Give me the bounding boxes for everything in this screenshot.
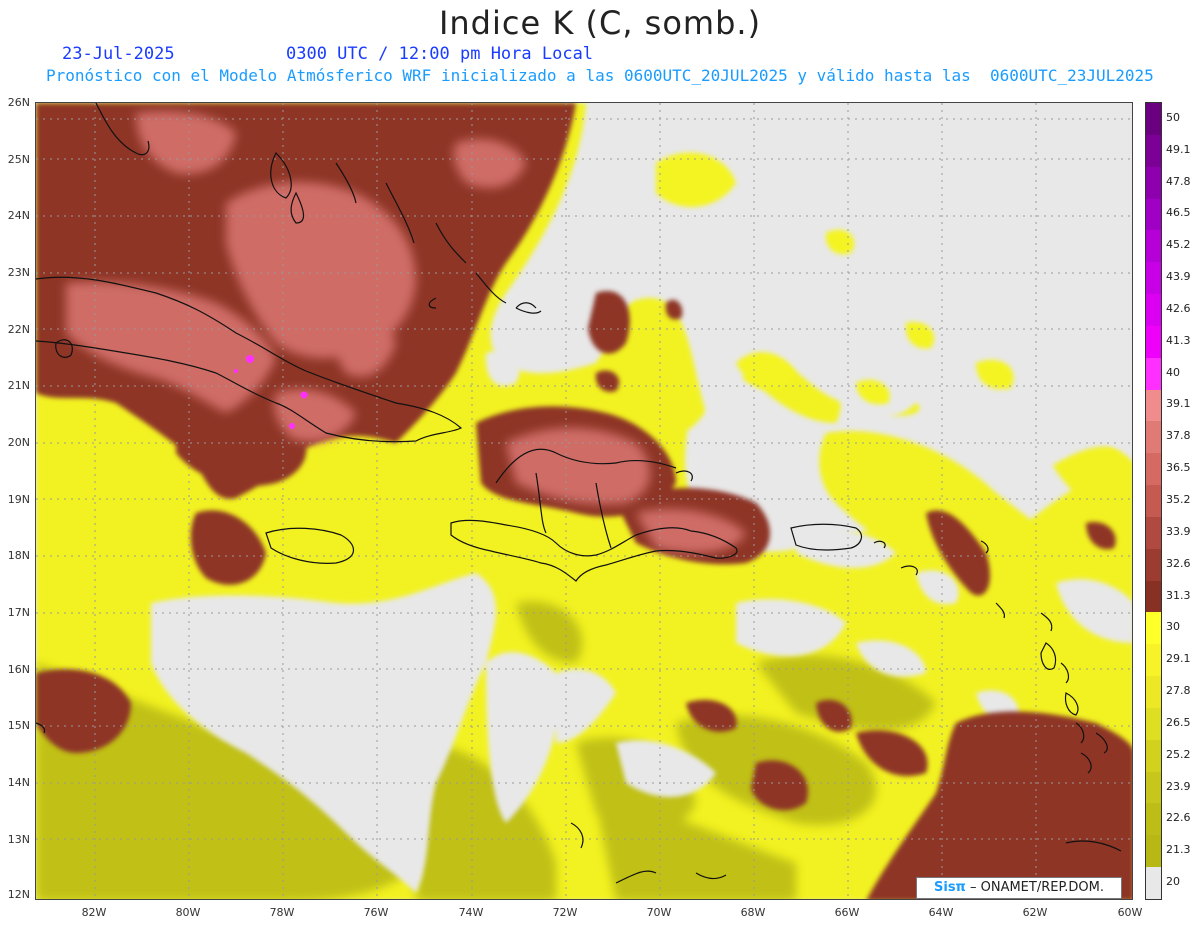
- credit-organization: – ONAMET/REP.DOM.: [965, 880, 1104, 895]
- legend-color-box: [1146, 325, 1161, 359]
- legend-color-box: [1146, 357, 1161, 391]
- lat-label-15n: 15N: [7, 719, 30, 732]
- lat-label-24n: 24N: [7, 209, 30, 222]
- lat-label-22n: 22N: [7, 323, 30, 336]
- legend-label: 29.1: [1166, 652, 1191, 666]
- lat-label-21n: 21N: [7, 379, 30, 392]
- legend-color-box: [1146, 198, 1161, 231]
- legend-label: 27.8: [1166, 684, 1191, 698]
- legend-color-box: [1146, 230, 1161, 263]
- valid-time: 0300 UTC / 12:00 pm Hora Local: [286, 44, 594, 64]
- lon-label-66w: 66W: [834, 906, 860, 919]
- legend-color-box: [1146, 294, 1161, 327]
- legend-color-box: [1146, 485, 1161, 518]
- lon-label-74w: 74W: [458, 906, 484, 919]
- lon-label-68w: 68W: [740, 906, 766, 919]
- legend-label: 45.2: [1166, 238, 1191, 252]
- legend-label: 36.5: [1166, 461, 1191, 475]
- legend-label: 49.1: [1166, 142, 1191, 156]
- legend-color-box: [1146, 166, 1161, 199]
- legend-label: 41.3: [1166, 333, 1191, 347]
- lat-label-25n: 25N: [7, 153, 30, 166]
- forecast-note: Pronóstico con el Modelo Atmósferico WRF…: [46, 66, 1154, 85]
- lat-label-20n: 20N: [7, 436, 30, 449]
- legend-color-box: [1146, 867, 1161, 900]
- legend-color-box: [1146, 644, 1161, 677]
- legend-color-box: [1146, 548, 1161, 582]
- lon-label-64w: 64W: [928, 906, 954, 919]
- legend-color-box: [1146, 516, 1161, 550]
- lat-label-26n: 26N: [7, 96, 30, 109]
- color-legend: [1145, 102, 1162, 900]
- credit-brand: Sisπ: [934, 880, 966, 895]
- legend-color-box: [1146, 707, 1161, 741]
- legend-label: 32.6: [1166, 556, 1191, 570]
- legend-label: 30: [1166, 620, 1180, 634]
- legend-label: 22.6: [1166, 811, 1191, 825]
- legend-label: 23.9: [1166, 779, 1191, 793]
- legend-label: 37.8: [1166, 429, 1191, 443]
- legend-label: 43.9: [1166, 270, 1191, 284]
- legend-color-box: [1146, 103, 1161, 136]
- legend-label: 31.3: [1166, 588, 1191, 602]
- lat-label-13n: 13N: [7, 833, 30, 846]
- legend-color-box: [1146, 739, 1161, 773]
- legend-color-box: [1146, 453, 1161, 486]
- legend-label: 39.1: [1166, 397, 1191, 411]
- legend-label: 26.5: [1166, 715, 1191, 729]
- lat-label-17n: 17N: [7, 606, 30, 619]
- lon-label-76w: 76W: [363, 906, 389, 919]
- lat-label-19n: 19N: [7, 493, 30, 506]
- legend-color-box: [1146, 262, 1161, 295]
- lon-label-60w: 60W: [1117, 906, 1143, 919]
- legend-color-box: [1146, 803, 1161, 836]
- legend-label: 25.2: [1166, 747, 1191, 761]
- legend-color-box: [1146, 389, 1161, 422]
- legend-label: 50: [1166, 110, 1180, 124]
- lon-label-62w: 62W: [1022, 906, 1048, 919]
- lat-label-14n: 14N: [7, 776, 30, 789]
- legend-color-box: [1146, 134, 1161, 168]
- k-index-map: [35, 102, 1133, 900]
- lat-label-12n: 12N: [7, 888, 30, 901]
- lon-label-82w: 82W: [81, 906, 107, 919]
- lat-label-16n: 16N: [7, 663, 30, 676]
- legend-label: 46.5: [1166, 206, 1191, 220]
- legend-label: 21.3: [1166, 843, 1191, 857]
- lat-label-23n: 23N: [7, 266, 30, 279]
- legend-color-box: [1146, 835, 1161, 868]
- legend-color-box: [1146, 421, 1161, 454]
- lon-label-80w: 80W: [175, 906, 201, 919]
- legend-label: 20: [1166, 875, 1180, 889]
- lon-label-78w: 78W: [269, 906, 295, 919]
- lon-label-70w: 70W: [646, 906, 672, 919]
- legend-label: 42.6: [1166, 301, 1191, 315]
- legend-color-box: [1146, 612, 1161, 645]
- legend-label: 40: [1166, 365, 1180, 379]
- map-title: Indice K (C, somb.): [438, 4, 762, 42]
- legend-color-box: [1146, 771, 1161, 804]
- legend-color-box: [1146, 676, 1161, 709]
- valid-date: 23-Jul-2025: [62, 44, 175, 64]
- legend-label: 47.8: [1166, 174, 1191, 188]
- legend-label: 33.9: [1166, 524, 1191, 538]
- legend-label: 35.2: [1166, 493, 1191, 506]
- lon-label-72w: 72W: [552, 906, 578, 919]
- legend-color-box: [1146, 580, 1161, 613]
- credit-box: Sisπ – ONAMET/REP.DOM.: [916, 877, 1122, 899]
- lat-label-18n: 18N: [7, 549, 30, 562]
